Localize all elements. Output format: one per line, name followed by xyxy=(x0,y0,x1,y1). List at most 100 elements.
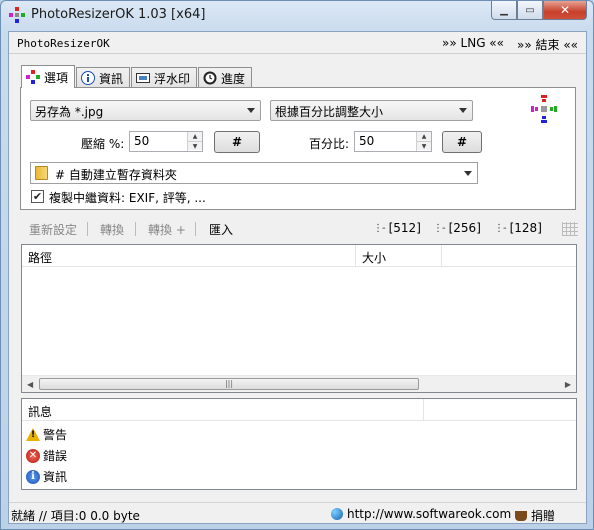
percent-stepper[interactable]: ▲ ▼ xyxy=(416,132,431,151)
percent-hash-label: # xyxy=(456,135,468,149)
error-icon: ✕ xyxy=(26,448,40,463)
resize-icon: ⋮- xyxy=(373,222,386,234)
save-format-select[interactable]: 另存為 *.jpg xyxy=(30,100,261,121)
stepper-down-icon[interactable]: ▼ xyxy=(417,141,431,150)
tab-progress[interactable]: 進度 xyxy=(198,67,253,88)
message-info-label: 資訊 xyxy=(43,470,68,484)
tab-info-label: 資訊 xyxy=(99,71,124,86)
clock-icon xyxy=(203,71,217,85)
compression-stepper[interactable]: ▲ ▼ xyxy=(187,132,202,151)
status-bar: 就緒 // 項目:0 0.0 byte http://www.softwareo… xyxy=(9,502,586,523)
column-size[interactable]: 大小 xyxy=(356,245,442,267)
menu-language[interactable]: »» LNG «« xyxy=(442,36,504,50)
tab-options-label: 選項 xyxy=(44,70,69,85)
title-bar[interactable]: PhotoResizerOK 1.03 [x64] ▁ ▭ ✕ xyxy=(1,1,593,31)
compression-input[interactable]: 50 ▲ ▼ xyxy=(129,131,203,152)
size-256-label: [256] xyxy=(448,221,481,235)
tab-progress-label: 進度 xyxy=(221,71,246,86)
column-filler xyxy=(424,399,576,421)
tab-info[interactable]: 資訊 xyxy=(76,67,131,88)
donate-label: 捐贈 xyxy=(531,509,556,523)
message-row-info[interactable]: i 資訊 xyxy=(26,468,67,485)
message-panel: 訊息 警告 ✕ 錯誤 i 資訊 xyxy=(21,398,577,490)
scrollbar-thumb[interactable]: ||| xyxy=(39,378,419,390)
size-256-button[interactable]: ⋮- [256] xyxy=(433,221,481,235)
tab-watermark[interactable]: 浮水印 xyxy=(131,67,198,88)
toolbar-divider xyxy=(195,222,196,236)
client-area: PhotoResizerOK »» LNG «« »» 結束 «« 選項 資訊 xyxy=(8,31,587,524)
app-window: PhotoResizerOK 1.03 [x64] ▁ ▭ ✕ PhotoRes… xyxy=(0,0,594,530)
output-folder-value: # 自動建立暫存資料夾 xyxy=(55,168,177,182)
column-path[interactable]: 路徑 xyxy=(22,245,356,267)
tab-options[interactable]: 選項 xyxy=(21,65,76,88)
grid-view-icon[interactable] xyxy=(562,222,578,236)
file-list[interactable]: 路徑 大小 ◀ ||| ▶ xyxy=(21,244,577,393)
size-128-label: [128] xyxy=(509,221,542,235)
donate-link[interactable]: 捐贈 xyxy=(515,507,555,524)
copy-metadata-checkbox[interactable]: ✔ xyxy=(31,190,44,203)
message-error-label: 錯誤 xyxy=(43,449,68,463)
percent-value: 50 xyxy=(359,134,375,148)
copy-metadata-label[interactable]: 複製中繼資料: EXIF, 評等, ... xyxy=(49,189,206,206)
website-url: http://www.softwareok.com xyxy=(347,507,512,521)
coffee-cup-icon xyxy=(515,510,527,521)
info-icon xyxy=(81,71,96,85)
column-message[interactable]: 訊息 xyxy=(22,399,424,421)
toolbar-divider xyxy=(135,222,136,236)
scroll-left-icon[interactable]: ◀ xyxy=(27,380,33,389)
app-logo-icon xyxy=(531,95,557,123)
resize-icon: ⋮- xyxy=(494,222,507,234)
horizontal-scrollbar[interactable]: ◀ ||| ▶ xyxy=(22,375,576,392)
gear-icon xyxy=(26,70,40,84)
resize-icon: ⋮- xyxy=(433,222,446,234)
file-list-header: 路徑 大小 xyxy=(22,245,576,267)
stepper-up-icon[interactable]: ▲ xyxy=(417,132,431,141)
output-folder-select[interactable]: # 自動建立暫存資料夾 xyxy=(30,162,478,184)
warning-icon xyxy=(26,428,40,441)
compression-hash-button[interactable]: # xyxy=(214,131,260,153)
tab-strip: 選項 資訊 浮水印 進度 xyxy=(21,65,253,88)
size-512-button[interactable]: ⋮- [512] xyxy=(373,221,421,235)
message-row-error[interactable]: ✕ 錯誤 xyxy=(26,447,67,464)
menu-exit[interactable]: »» 結束 «« xyxy=(517,36,578,53)
website-link[interactable]: http://www.softwareok.com xyxy=(331,507,511,521)
toolbar-divider xyxy=(87,222,88,236)
menu-bar: PhotoResizerOK »» LNG «« »» 結束 «« xyxy=(9,32,586,54)
size-128-button[interactable]: ⋮- [128] xyxy=(494,221,542,235)
compression-value: 50 xyxy=(134,134,150,148)
watermark-icon xyxy=(136,73,151,83)
globe-icon xyxy=(331,508,343,520)
import-button[interactable]: 匯入 xyxy=(209,221,233,238)
size-512-label: [512] xyxy=(388,221,421,235)
stepper-up-icon[interactable]: ▲ xyxy=(188,132,202,141)
reset-button[interactable]: 重新設定 xyxy=(29,221,77,238)
scroll-right-icon[interactable]: ▶ xyxy=(565,380,571,389)
status-text: 就緒 // 項目:0 0.0 byte xyxy=(11,509,140,523)
action-toolbar: 重新設定 轉換 轉換 + 匯入 ⋮- [512] ⋮- [256] ⋮- [12… xyxy=(9,218,586,240)
percent-hash-button[interactable]: # xyxy=(442,131,482,153)
minimize-button[interactable]: ▁ xyxy=(491,1,517,20)
save-format-value: 另存為 *.jpg xyxy=(35,105,104,119)
compression-hash-label: # xyxy=(231,135,243,149)
stepper-down-icon[interactable]: ▼ xyxy=(188,141,202,150)
message-header: 訊息 xyxy=(22,399,576,421)
folder-icon xyxy=(35,166,48,180)
tab-watermark-label: 浮水印 xyxy=(154,71,191,86)
percent-label: 百分比: xyxy=(309,137,350,151)
resize-mode-value: 根據百分比調整大小 xyxy=(275,105,384,119)
chevron-down-icon xyxy=(464,171,472,176)
menu-brand[interactable]: PhotoResizerOK xyxy=(17,37,110,50)
caption-buttons: ▁ ▭ ✕ xyxy=(491,1,587,20)
message-row-warning[interactable]: 警告 xyxy=(26,426,67,443)
resize-mode-select[interactable]: 根據百分比調整大小 xyxy=(270,100,473,121)
percent-input[interactable]: 50 ▲ ▼ xyxy=(354,131,432,152)
info-icon: i xyxy=(26,469,40,484)
close-button[interactable]: ✕ xyxy=(543,1,587,20)
compression-label: 壓縮 %: xyxy=(81,137,125,151)
window-title: PhotoResizerOK 1.03 [x64] xyxy=(31,7,206,22)
chevron-down-icon xyxy=(247,108,255,113)
message-warning-label: 警告 xyxy=(43,428,68,442)
convert-plus-button[interactable]: 轉換 + xyxy=(148,221,186,238)
maximize-button[interactable]: ▭ xyxy=(517,1,543,20)
convert-button[interactable]: 轉換 xyxy=(100,221,124,238)
